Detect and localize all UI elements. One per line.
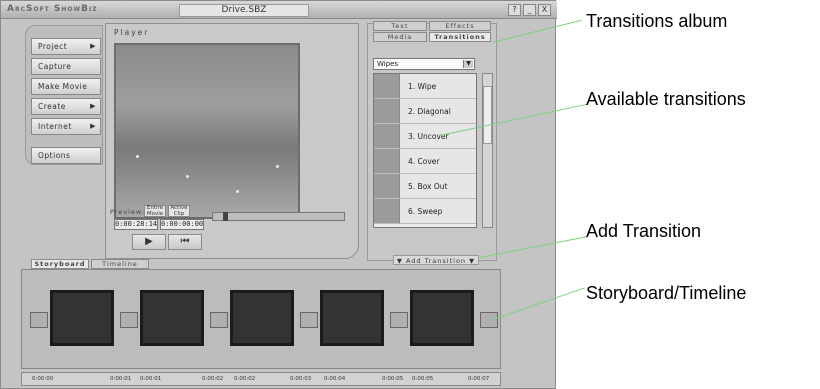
entire-movie-button[interactable]: Entire Movie — [144, 205, 166, 217]
ruler-tick: 0:00:07 — [468, 376, 490, 382]
transition-slot[interactable] — [480, 312, 498, 328]
transition-label: 5. Box Out — [408, 182, 448, 191]
transition-thumbnail — [374, 124, 400, 148]
chevron-right-icon: ▶ — [90, 42, 96, 50]
title-bar: ArcSoft ShowBiz Drive.SBZ ? _ X — [1, 1, 557, 19]
skip-back-button[interactable]: ⏮ — [168, 234, 202, 250]
minimize-button[interactable]: _ — [523, 4, 536, 16]
player-label: Player — [114, 28, 150, 37]
clip-frame[interactable] — [50, 290, 114, 346]
chevron-down-icon: ▼ — [463, 60, 473, 68]
video-preview — [114, 43, 300, 219]
tab-storyboard[interactable]: Storyboard — [31, 259, 89, 269]
window-controls: ? _ X — [508, 4, 551, 16]
transition-label: 4. Cover — [408, 157, 440, 166]
internet-label: Internet — [38, 122, 72, 131]
transition-slot[interactable] — [120, 312, 138, 328]
chevron-right-icon: ▶ — [90, 102, 96, 110]
create-button[interactable]: Create ▶ — [31, 98, 101, 115]
category-value: Wipes — [377, 60, 399, 68]
add-transition-label: Add Transition — [405, 257, 467, 265]
scrub-handle[interactable] — [223, 212, 228, 221]
active-clip-button[interactable]: Active Clip — [168, 205, 190, 217]
screenshot: ArcSoft ShowBiz Drive.SBZ ? _ X Project ▶… — [0, 0, 820, 389]
clip-frame[interactable] — [320, 290, 384, 346]
transition-label: 6. Sweep — [408, 207, 443, 216]
clip-frame[interactable] — [230, 290, 294, 346]
transitions-list: 1. Wipe 2. Diagonal 3. Uncover 4. Cover … — [373, 73, 477, 228]
ruler-tick: 0:00:04 — [324, 376, 346, 382]
transition-thumbnail — [374, 74, 400, 98]
ruler-tick: 0:00:02 — [234, 376, 256, 382]
add-transition-button[interactable]: ▼ Add Transition ▼ — [393, 255, 479, 265]
current-time: 0:00:28:14 — [114, 219, 158, 230]
transition-label: 1. Wipe — [408, 82, 437, 91]
player-panel: Player Preview: Entire Movie Active Clip… — [105, 23, 359, 259]
help-button[interactable]: ? — [508, 4, 521, 16]
scrub-bar[interactable] — [212, 212, 345, 221]
document-title: Drive.SBZ — [179, 4, 309, 17]
video-detail — [136, 155, 139, 158]
internet-button[interactable]: Internet ▶ — [31, 118, 101, 135]
storyboard — [21, 269, 501, 369]
transition-label: 2. Diagonal — [408, 107, 451, 116]
list-item[interactable]: 6. Sweep — [374, 199, 476, 224]
transition-thumbnail — [374, 99, 400, 123]
app-title: ArcSoft ShowBiz — [7, 4, 98, 14]
time-ruler: 0:00:00 0:00:01 0:00:01 0:00:02 0:00:02 … — [21, 372, 501, 386]
ruler-tick: 0:00:05 — [412, 376, 434, 382]
clip-frame[interactable] — [140, 290, 204, 346]
list-item[interactable]: 1. Wipe — [374, 74, 476, 99]
ruler-tick: 0:00:02 — [202, 376, 224, 382]
preview-label: Preview: — [110, 208, 146, 216]
list-item[interactable]: 2. Diagonal — [374, 99, 476, 124]
video-detail — [236, 190, 239, 193]
chevron-right-icon: ▶ — [90, 122, 96, 130]
tab-effects[interactable]: Effects — [429, 21, 491, 31]
transition-thumbnail — [374, 174, 400, 198]
video-detail — [276, 165, 279, 168]
left-navigation: Project ▶ Capture Make Movie Create ▶ Inte… — [25, 25, 103, 165]
category-select[interactable]: Wipes ▼ — [373, 58, 475, 70]
annotation-storyboard-timeline: Storyboard/Timeline — [586, 283, 747, 303]
ruler-tick: 0:00:01 — [140, 376, 162, 382]
tab-text[interactable]: Text — [373, 21, 427, 31]
list-scrollbar[interactable] — [482, 73, 493, 228]
showbiz-window: ArcSoft ShowBiz Drive.SBZ ? _ X Project ▶… — [0, 0, 557, 389]
list-item[interactable]: 3. Uncover — [374, 124, 476, 149]
scrollbar-thumb[interactable] — [483, 86, 492, 144]
close-button[interactable]: X — [538, 4, 551, 16]
project-button[interactable]: Project ▶ — [31, 38, 101, 55]
total-time: 0:00:00:00 — [160, 219, 204, 230]
tab-transitions[interactable]: Transitions — [429, 32, 491, 42]
project-label: Project — [38, 42, 68, 51]
make-movie-button[interactable]: Make Movie — [31, 78, 101, 95]
options-button[interactable]: Options — [31, 147, 101, 164]
ruler-tick: 0:00:03 — [290, 376, 312, 382]
ruler-tick: 0:00:01 — [110, 376, 132, 382]
annotation-transitions-album: Transitions album — [586, 11, 728, 31]
transition-thumbnail — [374, 149, 400, 173]
ruler-tick: 0:00:05 — [382, 376, 404, 382]
capture-button[interactable]: Capture — [31, 58, 101, 75]
transition-slot[interactable] — [390, 312, 408, 328]
tab-media[interactable]: Media — [373, 32, 427, 42]
play-button[interactable]: ▶ — [132, 234, 166, 250]
create-label: Create — [38, 102, 66, 111]
transition-thumbnail — [374, 199, 400, 223]
clip-frame[interactable] — [410, 290, 474, 346]
video-detail — [186, 175, 189, 178]
transition-slot[interactable] — [300, 312, 318, 328]
transition-slot[interactable] — [210, 312, 228, 328]
list-item[interactable]: 4. Cover — [374, 149, 476, 174]
tab-timeline[interactable]: Timeline — [91, 259, 149, 269]
annotation-available-transitions: Available transitions — [586, 89, 746, 109]
annotation-add-transition: Add Transition — [586, 221, 702, 241]
ruler-tick: 0:00:00 — [32, 376, 54, 382]
transition-slot[interactable] — [30, 312, 48, 328]
list-item[interactable]: 5. Box Out — [374, 174, 476, 199]
